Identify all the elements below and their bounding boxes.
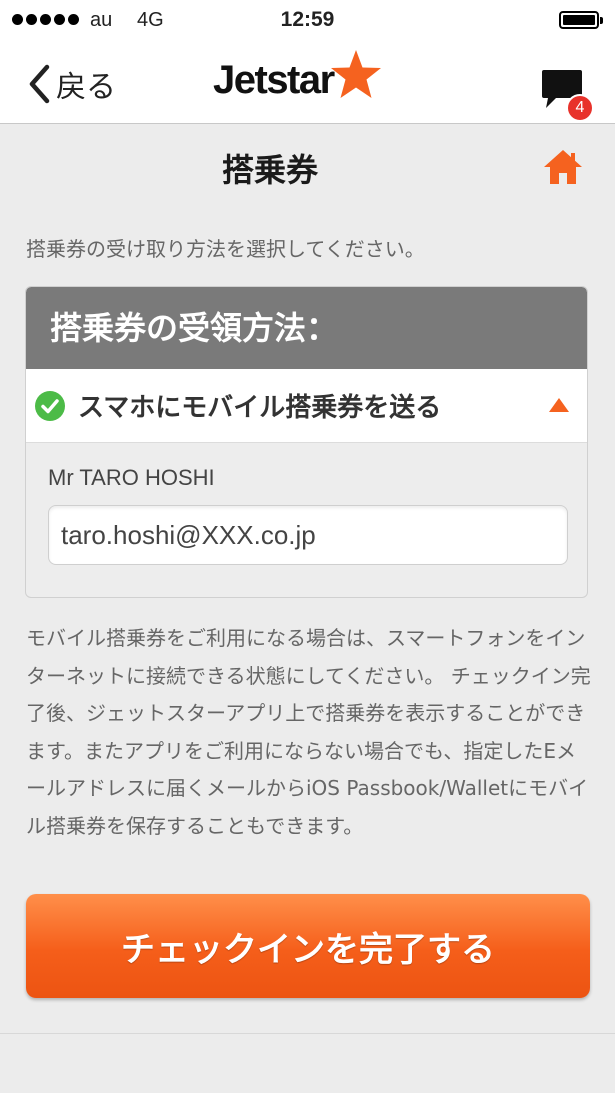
complete-checkin-button[interactable]: チェックインを完了する (26, 894, 590, 998)
status-bar: au 4G 12:59 (0, 0, 615, 42)
chevron-left-icon (29, 64, 50, 104)
mobile-pass-note: モバイル搭乗券をご利用になる場合は、スマートフォンをインターネットに接続できる状… (26, 626, 591, 838)
mobile-boarding-pass-option[interactable]: スマホにモバイル搭乗券を送る (26, 369, 587, 443)
jetstar-logo: Jetstar (213, 50, 384, 102)
home-icon[interactable] (542, 148, 584, 186)
page-title: 搭乗券 (0, 145, 540, 191)
instruction-text: 搭乗券の受け取り方法を選択してください。 (26, 237, 425, 261)
caret-up-icon[interactable] (549, 398, 569, 412)
check-circle-icon (35, 390, 65, 421)
option-label: スマホにモバイル搭乗券を送る (78, 393, 442, 423)
notification-badge: 4 (566, 94, 594, 122)
email-field[interactable] (48, 505, 568, 565)
passenger-name: Mr TARO HOSHI (48, 465, 215, 490)
page-title-text: 搭乗券 (221, 151, 318, 189)
divider (0, 1033, 615, 1034)
star-icon (330, 50, 381, 98)
logo-text: Jetstar (213, 58, 335, 102)
receipt-method-card: 搭乗券の受領方法： スマホにモバイル搭乗券を送る Mr TARO HOSHI (25, 286, 588, 598)
status-time: 12:59 (280, 8, 335, 31)
card-header: 搭乗券の受領方法： (26, 287, 587, 369)
back-button[interactable]: 戻る (28, 62, 116, 106)
battery-icon (559, 11, 603, 29)
nav-bar: 戻る Jetstar 4 (0, 42, 615, 124)
back-label: 戻る (56, 70, 116, 105)
